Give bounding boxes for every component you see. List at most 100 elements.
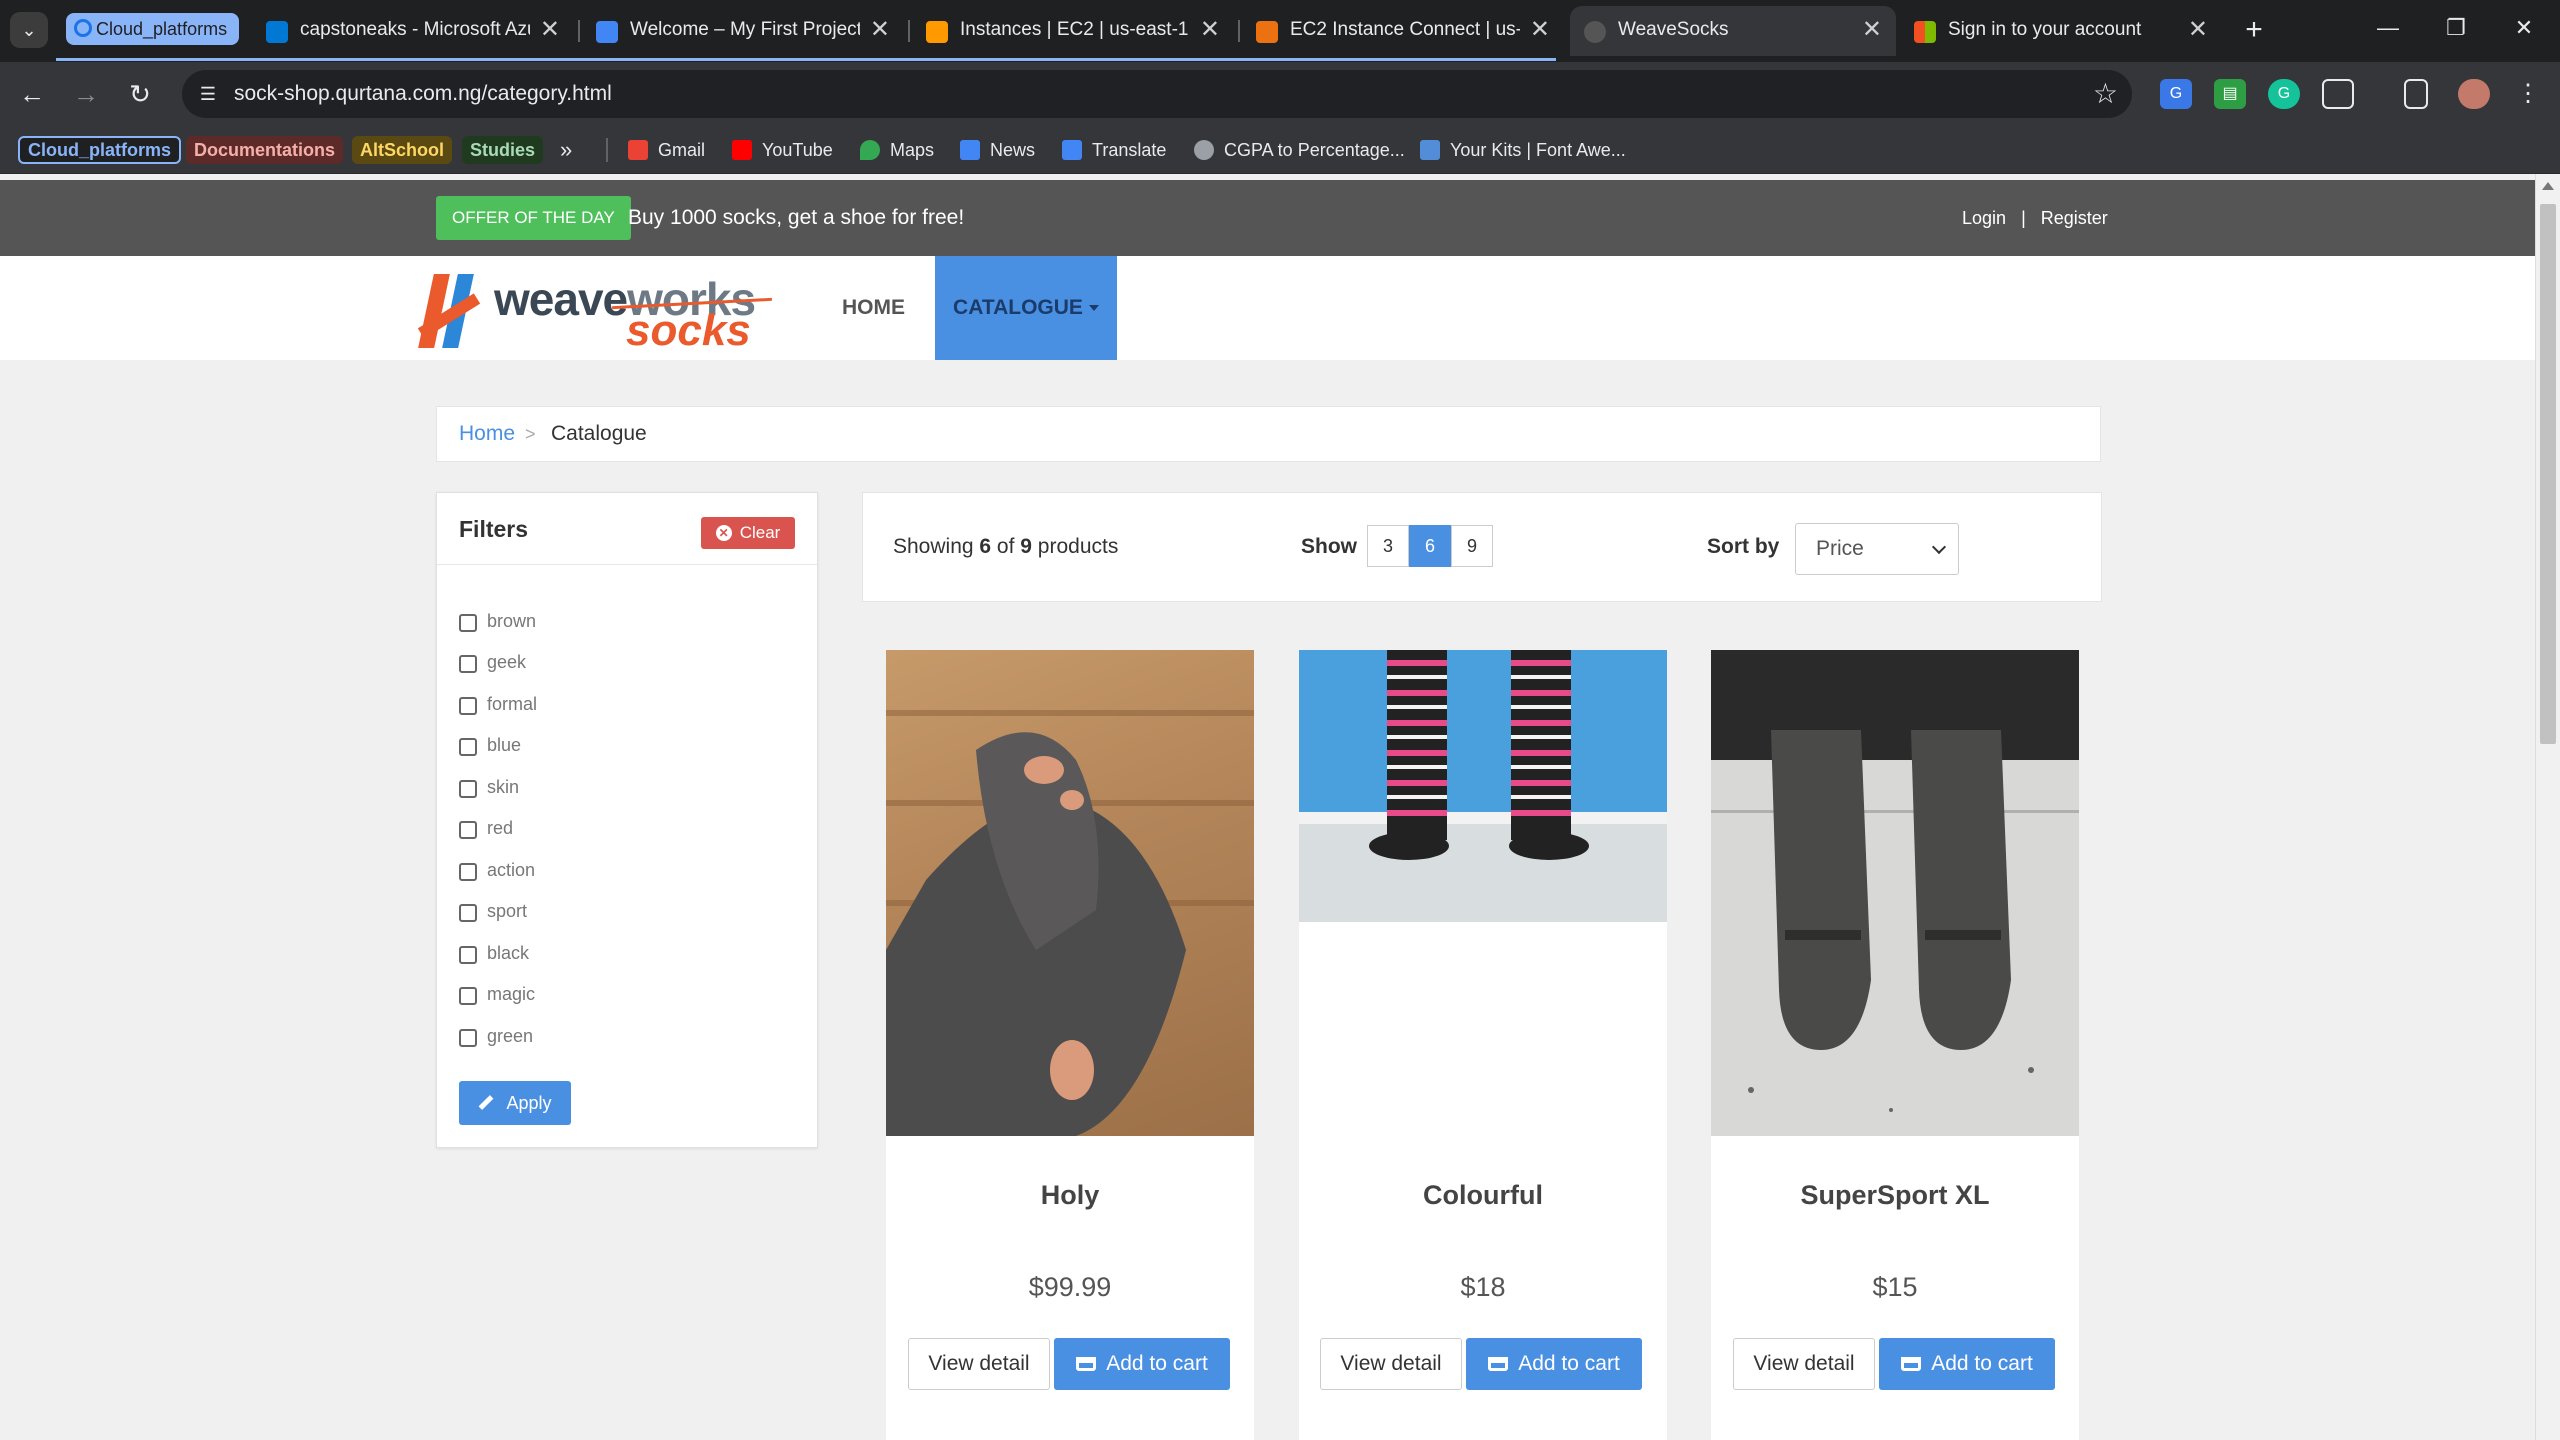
- product-name[interactable]: Colourful: [1299, 1180, 1667, 1211]
- more-menu-icon[interactable]: ⋮: [2512, 79, 2544, 109]
- sort-label: Sort by: [1707, 535, 1780, 558]
- page-size-6[interactable]: 6: [1409, 525, 1451, 567]
- offer-badge[interactable]: OFFER OF THE DAY: [436, 196, 631, 240]
- page-viewport: OFFER OF THE DAY Buy 1000 socks, get a s…: [0, 174, 2560, 1440]
- close-icon[interactable]: ✕: [1530, 6, 1550, 54]
- close-window-button[interactable]: ✕: [2494, 6, 2554, 50]
- bookmark-maps[interactable]: Maps: [860, 126, 934, 174]
- bookmark-star-icon[interactable]: ☆: [2093, 70, 2118, 118]
- register-link[interactable]: Register: [2041, 180, 2108, 256]
- nav-catalogue[interactable]: CATALOGUE: [935, 256, 1117, 360]
- bookmark-news[interactable]: News: [960, 126, 1035, 174]
- breadcrumb: Home > Catalogue: [436, 406, 2101, 462]
- checkbox[interactable]: [459, 738, 477, 756]
- apply-filters-button[interactable]: Apply: [459, 1081, 571, 1125]
- profile-avatar[interactable]: [2458, 79, 2490, 109]
- page-size-3[interactable]: 3: [1367, 525, 1409, 567]
- bookmark-gmail[interactable]: Gmail: [628, 126, 705, 174]
- tab-weavesocks[interactable]: WeaveSocks ✕: [1570, 6, 1896, 56]
- restore-button[interactable]: ❐: [2426, 6, 2486, 50]
- tab-search-button[interactable]: ⌄: [10, 12, 48, 48]
- page-scrollbar[interactable]: [2535, 174, 2560, 1440]
- checkbox[interactable]: [459, 863, 477, 881]
- product-name[interactable]: Holy: [886, 1180, 1254, 1211]
- checkbox[interactable]: [459, 904, 477, 922]
- scrollbar-thumb[interactable]: [2540, 204, 2556, 744]
- product-card: Holy $99.99: [886, 650, 1254, 1440]
- new-tab-button[interactable]: +: [2236, 8, 2272, 52]
- bookmark-group-cloud-platforms[interactable]: Cloud_platforms: [18, 136, 182, 164]
- weaveworks-socks-logo[interactable]: weaveworks socks: [412, 266, 772, 355]
- tab-azure[interactable]: capstoneaks - Microsoft Azure ✕: [252, 6, 574, 56]
- sort-select[interactable]: Price: [1795, 523, 1959, 575]
- tab-ec2-instances[interactable]: Instances | EC2 | us-east-1 ✕: [912, 6, 1234, 56]
- product-image[interactable]: [886, 650, 1254, 1136]
- page-size-9[interactable]: 9: [1451, 525, 1493, 567]
- close-icon[interactable]: ✕: [2188, 6, 2208, 54]
- reload-button[interactable]: ↻: [120, 74, 160, 114]
- bookmark-group-altschool[interactable]: AltSchool: [352, 136, 452, 164]
- flag-icon: [1420, 140, 1440, 160]
- checkbox[interactable]: [459, 987, 477, 1005]
- translate-icon: [1062, 140, 1082, 160]
- auth-separator: |: [2021, 208, 2026, 228]
- translate-extension-icon[interactable]: G: [2160, 79, 2192, 109]
- back-button[interactable]: ←: [12, 74, 52, 114]
- product-image[interactable]: [1711, 650, 2079, 1136]
- forward-button[interactable]: →: [66, 74, 106, 114]
- tab-gcloud[interactable]: Welcome – My First Project – Google Clou…: [582, 6, 904, 56]
- close-icon[interactable]: ✕: [540, 6, 560, 54]
- bookmark-group-documentations[interactable]: Documentations: [186, 136, 344, 164]
- bookmark-youtube[interactable]: YouTube: [732, 126, 833, 174]
- url-text[interactable]: sock-shop.qurtana.com.ng/category.html: [234, 70, 612, 118]
- address-bar[interactable]: ☰ sock-shop.qurtana.com.ng/category.html…: [182, 70, 2132, 118]
- checkbox[interactable]: [459, 946, 477, 964]
- add-to-cart-button[interactable]: Add to cart: [1879, 1338, 2055, 1390]
- scroll-up-arrow-icon[interactable]: [2542, 182, 2554, 190]
- nav-home[interactable]: HOME: [842, 256, 905, 360]
- tab-group-underline: [56, 58, 1556, 61]
- bookmark-font-awesome[interactable]: Your Kits | Font Awe...: [1420, 126, 1626, 174]
- close-icon[interactable]: ✕: [870, 6, 890, 54]
- clear-filters-button[interactable]: ✕ Clear: [701, 517, 795, 549]
- view-detail-button[interactable]: View detail: [908, 1338, 1050, 1390]
- side-panel-icon[interactable]: [2404, 79, 2428, 109]
- weaveworks-logo-icon: [412, 274, 488, 350]
- breadcrumb-current: Catalogue: [551, 422, 647, 445]
- caret-down-icon: [1088, 305, 1099, 312]
- bookmark-translate[interactable]: Translate: [1062, 126, 1166, 174]
- pencil-icon: [479, 1095, 494, 1110]
- breadcrumb-home[interactable]: Home: [459, 407, 515, 461]
- grammarly-icon[interactable]: G: [2268, 79, 2300, 109]
- tab-microsoft-signin[interactable]: Sign in to your account ✕: [1900, 6, 2222, 56]
- extensions-puzzle-icon[interactable]: [2322, 79, 2354, 109]
- product-image[interactable]: [1299, 650, 1667, 922]
- checkbox[interactable]: [459, 780, 477, 798]
- bookmark-cgpa[interactable]: CGPA to Percentage...: [1194, 126, 1405, 174]
- product-card: SuperSport XL $15: [1711, 650, 2079, 1440]
- checkbox[interactable]: [459, 697, 477, 715]
- bookmark-group-studies[interactable]: Studies: [462, 136, 544, 164]
- checkbox[interactable]: [459, 614, 477, 632]
- breadcrumb-separator: >: [525, 424, 536, 444]
- close-icon[interactable]: ✕: [1862, 6, 1882, 54]
- azure-icon: [266, 21, 288, 43]
- close-icon[interactable]: ✕: [1200, 6, 1220, 54]
- tab-ec2-connect[interactable]: EC2 Instance Connect | us-east-1 ✕: [1242, 6, 1564, 56]
- add-to-cart-button[interactable]: Add to cart: [1054, 1338, 1230, 1390]
- microsoft-icon: [1914, 21, 1936, 43]
- checkbox[interactable]: [459, 655, 477, 673]
- checkbox[interactable]: [459, 1029, 477, 1047]
- product-name[interactable]: SuperSport XL: [1711, 1180, 2079, 1211]
- view-detail-button[interactable]: View detail: [1733, 1338, 1875, 1390]
- tab-group-chip[interactable]: Cloud_platforms: [66, 13, 240, 45]
- printer-extension-icon[interactable]: ▤: [2214, 79, 2246, 109]
- view-detail-button[interactable]: View detail: [1320, 1338, 1462, 1390]
- offer-text: Buy 1000 socks, get a shoe for free!: [628, 206, 965, 229]
- site-info-icon[interactable]: ☰: [192, 78, 224, 110]
- login-link[interactable]: Login: [1962, 180, 2006, 256]
- minimize-button[interactable]: —: [2358, 6, 2418, 50]
- add-to-cart-button[interactable]: Add to cart: [1466, 1338, 1642, 1390]
- checkbox[interactable]: [459, 821, 477, 839]
- more-bookmarks-icon[interactable]: »: [560, 126, 572, 174]
